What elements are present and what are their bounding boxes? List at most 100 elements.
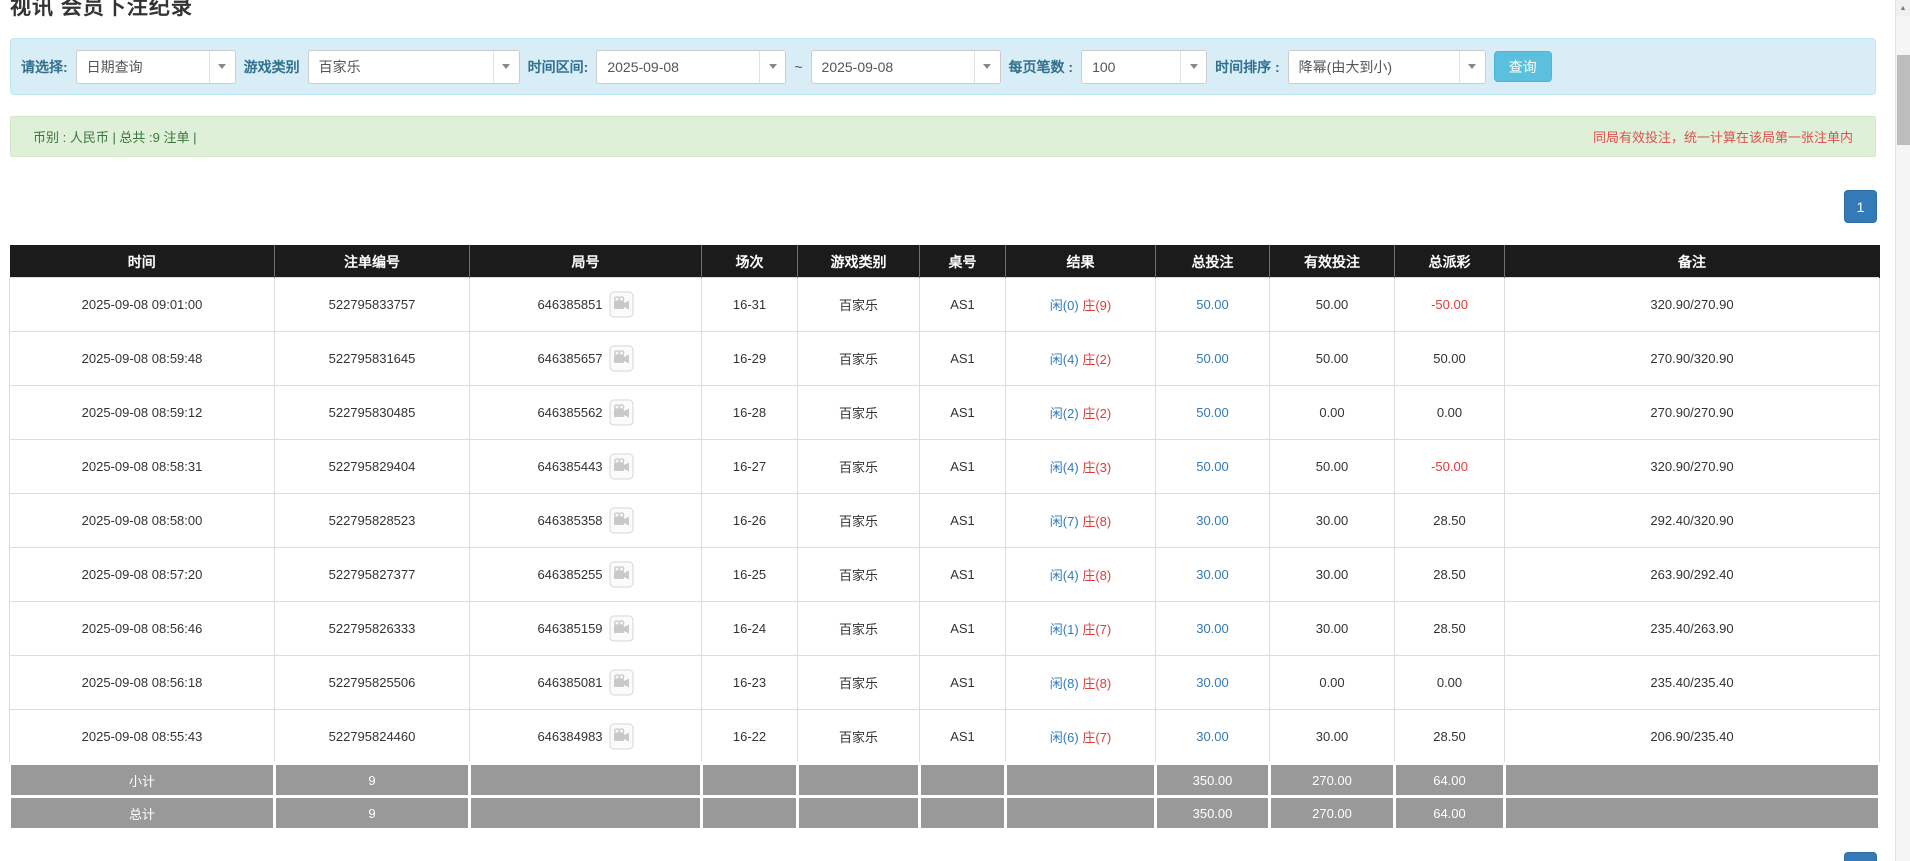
video-replay-icon[interactable]: [609, 723, 634, 750]
col-valid-bet: 有效投注: [1270, 246, 1395, 278]
cell-remark: 270.90/270.90: [1505, 386, 1880, 440]
video-replay-icon[interactable]: [609, 561, 634, 588]
chevron-down-icon[interactable]: [1180, 51, 1206, 83]
scrollbar-thumb[interactable]: [1897, 55, 1910, 145]
cell-session: 16-29: [702, 332, 798, 386]
cell-round-id: 646385255: [470, 548, 702, 602]
video-replay-icon[interactable]: [609, 345, 634, 372]
cell-session: 16-28: [702, 386, 798, 440]
cell-bet-id: 522795825506: [275, 656, 470, 710]
total-label: 总计: [10, 797, 275, 830]
chevron-down-icon[interactable]: [759, 51, 785, 83]
cell-total-bet[interactable]: 30.00: [1156, 656, 1270, 710]
page: 视讯 会员下注纪录 请选择: 日期查询 游戏类别 百家乐 时间区间: 2025-…: [0, 0, 1895, 861]
cell-valid-bet: 50.00: [1270, 278, 1395, 332]
col-total-bet: 总投注: [1156, 246, 1270, 278]
cell-round-id: 646385358: [470, 494, 702, 548]
total-count: 9: [275, 797, 470, 830]
tilde-separator: ~: [794, 59, 802, 75]
video-replay-icon[interactable]: [609, 291, 634, 318]
cell-total-bet[interactable]: 50.00: [1156, 440, 1270, 494]
date-from-value: 2025-09-08: [597, 59, 759, 75]
col-time: 时间: [10, 246, 275, 278]
chevron-down-icon[interactable]: [974, 51, 1000, 83]
cell-time: 2025-09-08 08:58:00: [10, 494, 275, 548]
table-row: 2025-09-08 08:59:48522795831645646385657…: [10, 332, 1880, 386]
cell-total-bet[interactable]: 30.00: [1156, 602, 1270, 656]
cell-total-bet[interactable]: 50.00: [1156, 278, 1270, 332]
cell-bet-id: 522795830485: [275, 386, 470, 440]
cell-session: 16-24: [702, 602, 798, 656]
pagination-page-1-top[interactable]: 1: [1844, 190, 1877, 223]
date-to-select[interactable]: 2025-09-08: [811, 50, 1001, 84]
round-id-value: 646385443: [537, 459, 602, 474]
query-type-select[interactable]: 日期查询: [76, 50, 236, 84]
cell-remark: 320.90/270.90: [1505, 278, 1880, 332]
query-type-label: 请选择:: [21, 57, 68, 77]
subtotal-total-bet: 350.00: [1156, 764, 1270, 797]
result-banker: 庄(8): [1082, 568, 1111, 583]
cell-table-no: AS1: [920, 278, 1006, 332]
chevron-down-icon[interactable]: [1459, 51, 1485, 83]
result-banker: 庄(7): [1082, 730, 1111, 745]
game-type-select[interactable]: 百家乐: [308, 50, 520, 84]
cell-payout: 28.50: [1395, 602, 1505, 656]
result-banker: 庄(2): [1082, 352, 1111, 367]
chevron-down-icon[interactable]: [493, 51, 519, 83]
cell-time: 2025-09-08 08:59:48: [10, 332, 275, 386]
result-banker: 庄(8): [1082, 514, 1111, 529]
cell-table-no: AS1: [920, 710, 1006, 764]
round-id-value: 646385358: [537, 513, 602, 528]
cell-payout: 50.00: [1395, 332, 1505, 386]
total-payout: 64.00: [1395, 797, 1505, 830]
result-banker: 庄(9): [1082, 298, 1111, 313]
query-button[interactable]: 查询: [1494, 51, 1552, 82]
video-replay-icon[interactable]: [609, 669, 634, 696]
cell-bet-id: 522795833757: [275, 278, 470, 332]
cell-remark: 292.40/320.90: [1505, 494, 1880, 548]
video-replay-icon[interactable]: [609, 615, 634, 642]
cell-remark: 206.90/235.40: [1505, 710, 1880, 764]
cell-game-type: 百家乐: [798, 332, 920, 386]
col-remark: 备注: [1505, 246, 1880, 278]
scroll-up-arrow-icon[interactable]: ▲: [1896, 0, 1910, 16]
round-id-value: 646385081: [537, 675, 602, 690]
cell-payout: -50.00: [1395, 440, 1505, 494]
cell-table-no: AS1: [920, 386, 1006, 440]
cell-total-bet[interactable]: 30.00: [1156, 548, 1270, 602]
cell-result: 闲(4) 庄(2): [1006, 332, 1156, 386]
cell-total-bet[interactable]: 30.00: [1156, 710, 1270, 764]
video-replay-icon[interactable]: [609, 453, 634, 480]
chevron-down-icon[interactable]: [209, 51, 235, 83]
sort-label: 时间排序 :: [1215, 57, 1280, 77]
cell-remark: 320.90/270.90: [1505, 440, 1880, 494]
pagination-page-1-bottom[interactable]: 1: [1844, 852, 1877, 861]
table-row: 2025-09-08 08:58:00522795828523646385358…: [10, 494, 1880, 548]
sort-select[interactable]: 降幂(由大到小): [1288, 50, 1486, 84]
date-from-select[interactable]: 2025-09-08: [596, 50, 786, 84]
result-player: 闲(2): [1050, 406, 1079, 421]
round-id-value: 646385562: [537, 405, 602, 420]
cell-valid-bet: 50.00: [1270, 440, 1395, 494]
round-id-value: 646385255: [537, 567, 602, 582]
total-row: 总计 9 350.00 270.00 64.00: [10, 797, 1880, 830]
total-total-bet: 350.00: [1156, 797, 1270, 830]
cell-payout: 0.00: [1395, 386, 1505, 440]
cell-result: 闲(7) 庄(8): [1006, 494, 1156, 548]
per-page-select[interactable]: 100: [1081, 50, 1207, 84]
cell-total-bet[interactable]: 50.00: [1156, 386, 1270, 440]
cell-valid-bet: 30.00: [1270, 602, 1395, 656]
cell-payout: -50.00: [1395, 278, 1505, 332]
cell-total-bet[interactable]: 50.00: [1156, 332, 1270, 386]
table-row: 2025-09-08 08:56:18522795825506646385081…: [10, 656, 1880, 710]
result-banker: 庄(2): [1082, 406, 1111, 421]
round-id-value: 646385159: [537, 621, 602, 636]
table-row: 2025-09-08 08:57:20522795827377646385255…: [10, 548, 1880, 602]
cell-total-bet[interactable]: 30.00: [1156, 494, 1270, 548]
cell-bet-id: 522795827377: [275, 548, 470, 602]
video-replay-icon[interactable]: [609, 507, 634, 534]
vertical-scrollbar[interactable]: ▲: [1895, 0, 1910, 861]
video-replay-icon[interactable]: [609, 399, 634, 426]
result-player: 闲(7): [1050, 514, 1079, 529]
cell-valid-bet: 30.00: [1270, 548, 1395, 602]
